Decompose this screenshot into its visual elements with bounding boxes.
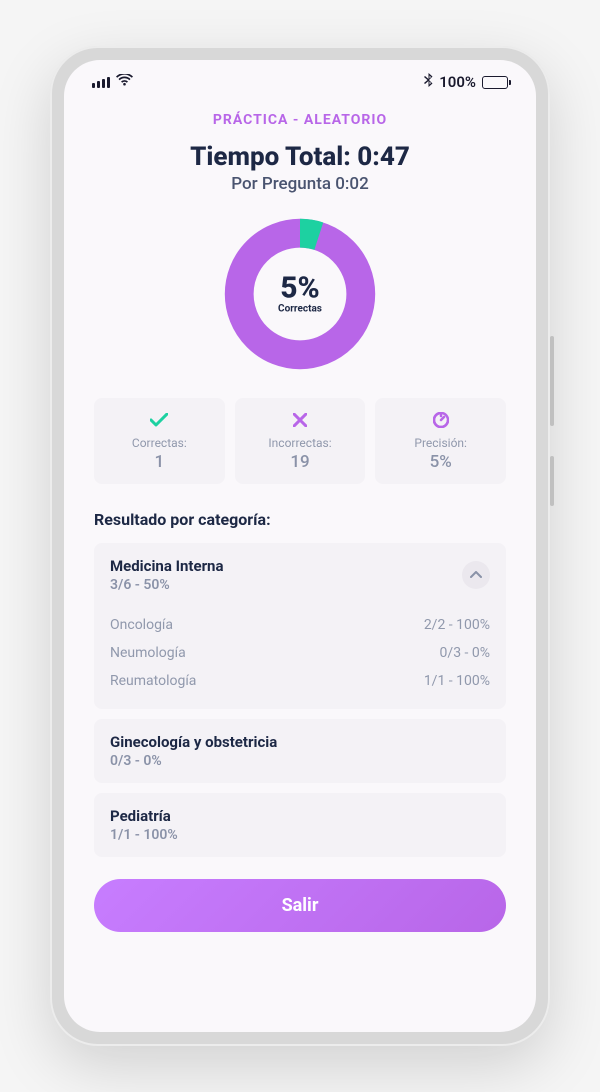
category-title: Ginecología y obstetricia [110,733,277,751]
stat-incorrect-value: 19 [243,452,358,472]
category-card: Medicina Interna 3/6 - 50% Oncología 2/2… [94,543,506,709]
mode-label: PRÁCTICA - ALEATORIO [94,112,506,128]
category-score: 0/3 - 0% [110,753,277,769]
category-header[interactable]: Ginecología y obstetricia 0/3 - 0% [110,733,490,769]
stat-precision: Precisión: 5% [375,398,506,484]
category-title: Medicina Interna [110,557,224,575]
target-icon [383,410,498,430]
category-header[interactable]: Medicina Interna 3/6 - 50% [110,557,490,593]
status-bar: 100% [64,60,536,104]
subcategory-row: Neumología 0/3 - 0% [110,639,490,667]
wifi-icon [116,73,133,91]
battery-percent: 100% [439,73,476,91]
subcategory-row: Oncología 2/2 - 100% [110,611,490,639]
subcategory-name: Oncología [110,617,173,633]
results-heading: Resultado por categoría: [94,510,506,529]
phone-side-buttons [550,336,554,506]
bluetooth-icon [424,73,433,91]
stat-incorrect: Incorrectas: 19 [235,398,366,484]
category-title: Pediatría [110,807,178,825]
signal-icon [92,77,110,88]
check-icon [102,410,217,430]
donut-percent: 5% [278,274,322,304]
category-card: Pediatría 1/1 - 100% [94,793,506,857]
stat-incorrect-label: Incorrectas: [243,436,358,450]
category-card: Ginecología y obstetricia 0/3 - 0% [94,719,506,783]
subcategories: Oncología 2/2 - 100% Neumología 0/3 - 0%… [110,607,490,695]
subcategory-row: Reumatología 1/1 - 100% [110,667,490,695]
donut-center-label: Correctas [278,304,322,315]
stat-precision-value: 5% [383,452,498,472]
stat-precision-label: Precisión: [383,436,498,450]
category-score: 1/1 - 100% [110,827,178,843]
subcategory-score: 1/1 - 100% [424,673,490,689]
subcategory-score: 0/3 - 0% [440,645,490,661]
stat-correct: Correctas: 1 [94,398,225,484]
stat-correct-label: Correctas: [102,436,217,450]
stat-correct-value: 1 [102,452,217,472]
category-score: 3/6 - 50% [110,577,224,593]
total-time: Tiempo Total: 0:47 [94,142,506,172]
subcategory-name: Reumatología [110,673,196,689]
phone-frame: 100% PRÁCTICA - ALEATORIO Tiempo Total: … [50,46,550,1046]
stats-row: Correctas: 1 Incorrectas: 19 Precisión: … [94,398,506,484]
screen: 100% PRÁCTICA - ALEATORIO Tiempo Total: … [64,60,536,1032]
battery-icon [482,76,508,89]
subcategory-name: Neumología [110,645,186,661]
category-header[interactable]: Pediatría 1/1 - 100% [110,807,490,843]
x-icon [243,410,358,430]
chevron-up-icon[interactable] [462,561,490,589]
subcategory-score: 2/2 - 100% [424,617,490,633]
donut-chart: 5% Correctas [94,214,506,374]
exit-button[interactable]: Salir [94,879,506,932]
per-question: Por Pregunta 0:02 [94,174,506,194]
